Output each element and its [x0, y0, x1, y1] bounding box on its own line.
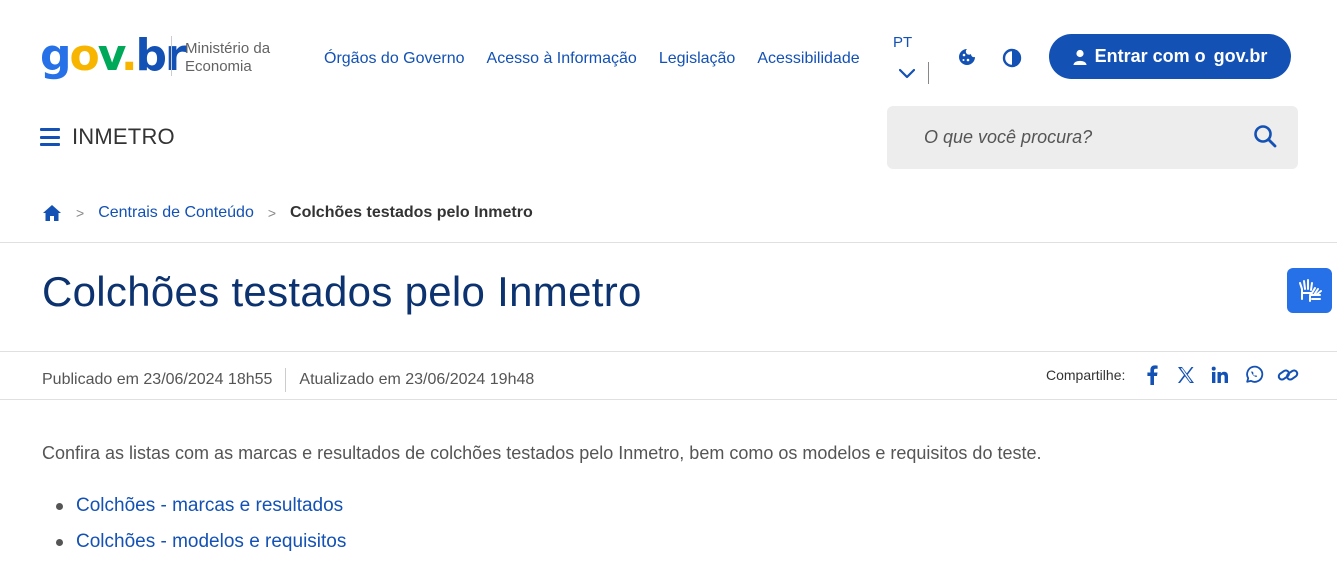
contrast-icon	[1002, 48, 1022, 68]
site-name[interactable]: INMETRO	[72, 124, 175, 150]
search-icon	[1254, 125, 1277, 148]
x-icon	[1178, 367, 1195, 383]
nav-link-acessibilidade[interactable]: Acessibilidade	[757, 50, 859, 68]
header-divider	[928, 62, 929, 84]
cookie-icon	[959, 49, 975, 65]
search-box	[887, 106, 1298, 169]
vlibras-hands-icon	[1298, 278, 1322, 302]
login-govbr-button[interactable]: Entrar com o gov.br	[1049, 34, 1291, 79]
divider	[0, 242, 1337, 243]
logo-divider	[171, 36, 172, 76]
page-title: Colchões testados pelo Inmetro	[42, 268, 642, 315]
breadcrumb: > Centrais de Conteúdo > Colchões testad…	[42, 204, 533, 222]
top-nav: Órgãos do Governo Acesso à Informação Le…	[324, 50, 860, 68]
publication-meta: Publicado em 23/06/2024 18h55 Atualizado…	[42, 368, 534, 392]
user-icon	[1073, 49, 1087, 65]
chevron-down-icon	[899, 68, 915, 79]
site-header: gov.br Ministério da Economia Órgãos do …	[0, 0, 1337, 100]
link-marcas-resultados[interactable]: Colchões - marcas e resultados	[76, 495, 343, 516]
share-linkedin-button[interactable]	[1209, 364, 1231, 386]
language-label: PT	[893, 34, 913, 51]
whatsapp-icon	[1246, 365, 1264, 383]
meta-divider	[285, 368, 287, 392]
copy-link-button[interactable]	[1277, 364, 1299, 386]
breadcrumb-current: Colchões testados pelo Inmetro	[290, 204, 533, 221]
list-item: Colchões - marcas e resultados	[56, 494, 346, 530]
divider	[0, 351, 1337, 352]
home-icon[interactable]	[42, 204, 62, 222]
nav-link-orgaos[interactable]: Órgãos do Governo	[324, 50, 465, 68]
linkedin-icon	[1212, 366, 1229, 383]
high-contrast-button[interactable]	[1000, 46, 1024, 70]
share-facebook-button[interactable]	[1141, 364, 1163, 386]
share-whatsapp-button[interactable]	[1243, 364, 1265, 386]
list-item: Colchões - modelos e requisitos	[56, 530, 346, 565]
cookie-settings-button[interactable]	[955, 45, 979, 69]
hamburger-menu-icon[interactable]	[40, 128, 62, 146]
share-label: Compartilhe:	[1046, 367, 1126, 383]
govbr-logo-text: gov.br	[40, 30, 187, 81]
share-x-button[interactable]	[1175, 364, 1197, 386]
login-button-label: Entrar com o	[1094, 46, 1206, 66]
link-modelos-requisitos[interactable]: Colchões - modelos e requisitos	[76, 531, 346, 552]
breadcrumb-separator: >	[76, 205, 85, 221]
site-menu[interactable]: INMETRO	[40, 124, 175, 150]
language-selector[interactable]: PT	[893, 34, 925, 88]
share-bar: Compartilhe:	[1046, 364, 1299, 386]
govbr-logo[interactable]: gov.br	[40, 28, 187, 84]
divider	[0, 399, 1337, 400]
vlibras-button[interactable]	[1287, 268, 1332, 313]
nav-link-legislacao[interactable]: Legislação	[659, 50, 736, 68]
nav-link-acesso-informacao[interactable]: Acesso à Informação	[487, 50, 637, 68]
document-links: Colchões - marcas e resultados Colchões …	[56, 494, 346, 565]
search-button[interactable]	[1252, 124, 1278, 150]
search-input[interactable]	[887, 106, 1247, 169]
published-date: Publicado em 23/06/2024 18h55	[42, 371, 273, 388]
updated-date: Atualizado em 23/06/2024 19h48	[299, 371, 535, 388]
facebook-icon	[1147, 365, 1158, 385]
login-button-brand: gov.br	[1213, 46, 1268, 66]
link-icon	[1278, 369, 1299, 381]
ministry-name: Ministério da Economia	[185, 40, 271, 75]
intro-text: Confira as listas com as marcas e result…	[42, 443, 1042, 463]
breadcrumb-link[interactable]: Centrais de Conteúdo	[98, 204, 254, 222]
breadcrumb-separator: >	[267, 205, 277, 221]
